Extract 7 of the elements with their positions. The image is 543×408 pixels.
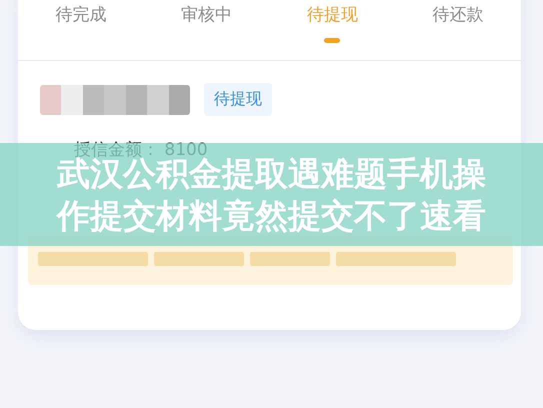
- tab[interactable]: 待完成: [18, 0, 144, 60]
- active-tab-indicator: [324, 38, 340, 43]
- status-badge: 待提现: [204, 83, 272, 116]
- tab[interactable]: 审核中: [144, 0, 270, 60]
- tab[interactable]: 待还款: [395, 0, 521, 60]
- tab[interactable]: 待提现: [270, 0, 396, 60]
- caption-text: 武汉公积金提取遇难题手机操作提交材料竟然提交不了速看: [55, 154, 487, 236]
